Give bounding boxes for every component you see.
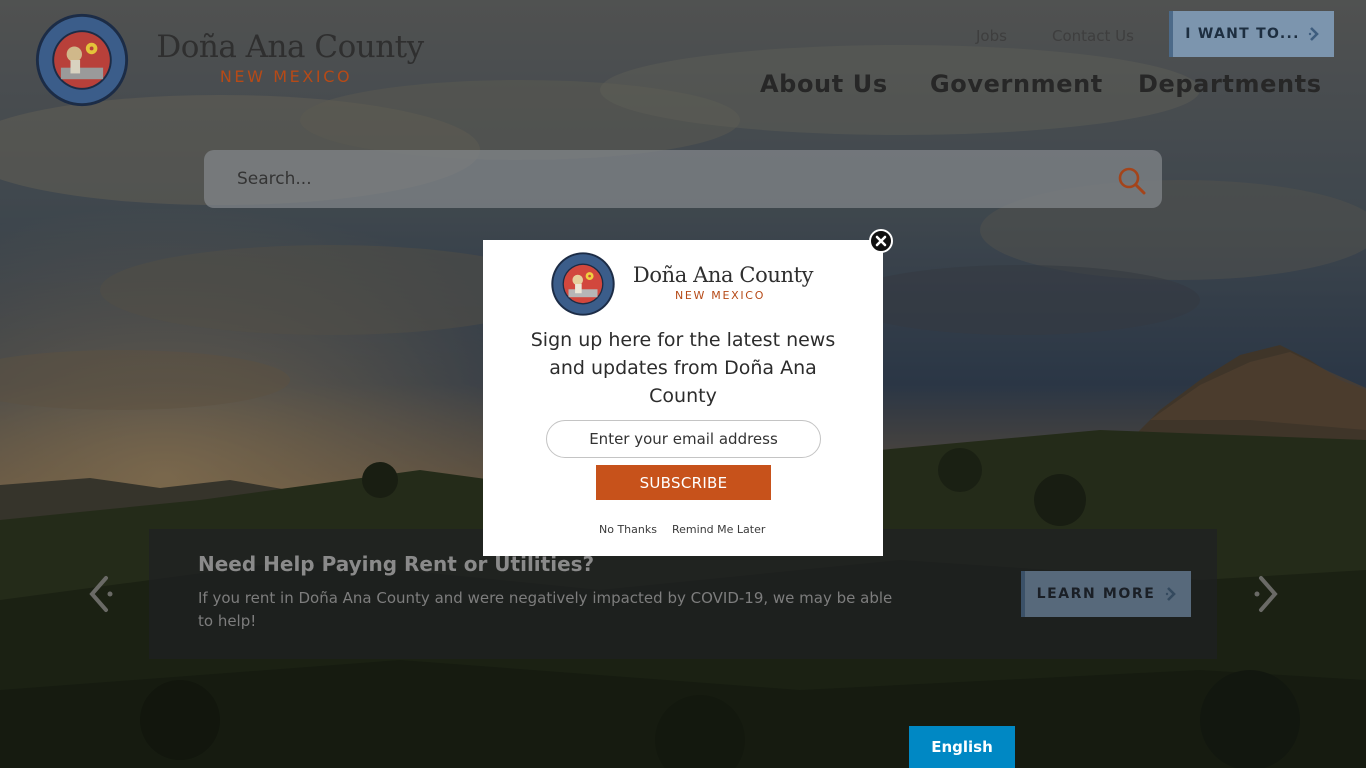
learn-more-label: LEARN MORE bbox=[1036, 586, 1156, 602]
modal-message: Sign up here for the latest news and upd… bbox=[530, 329, 836, 407]
newsletter-modal: Doña Ana County NEW MEXICO Sign up here … bbox=[483, 240, 883, 556]
arrow-left-icon[interactable] bbox=[80, 572, 120, 616]
search-input[interactable] bbox=[204, 150, 1104, 208]
subscribe-button[interactable]: SUBSCRIBE bbox=[596, 465, 771, 500]
site-brand[interactable]: Doña Ana County NEW MEXICO bbox=[150, 28, 430, 88]
banner-text: If you rent in Doña Ana County and were … bbox=[198, 589, 893, 630]
learn-more-button[interactable]: LEARN MORE bbox=[1021, 571, 1191, 617]
site-name: Doña Ana County bbox=[156, 29, 424, 65]
site-state: NEW MEXICO bbox=[219, 67, 353, 86]
nav-departments[interactable]: Departments bbox=[1138, 70, 1322, 98]
search-icon[interactable] bbox=[1117, 166, 1147, 196]
contact-us-link[interactable]: Contact Us bbox=[1052, 27, 1134, 45]
remind-me-later-link[interactable]: Remind Me Later bbox=[672, 523, 765, 536]
search-bar bbox=[204, 150, 1162, 208]
modal-brand: Doña Ana County NEW MEXICO bbox=[628, 261, 818, 303]
county-seal-icon[interactable] bbox=[33, 12, 131, 108]
i-want-to-button[interactable]: I WANT TO... bbox=[1169, 11, 1334, 57]
modal-brand-name: Doña Ana County bbox=[632, 263, 814, 287]
chevron-right-icon bbox=[1166, 587, 1177, 601]
modal-brand-state: NEW MEXICO bbox=[674, 289, 766, 302]
chevron-right-icon bbox=[1308, 27, 1319, 41]
nav-about-us[interactable]: About Us bbox=[760, 70, 888, 98]
jobs-link[interactable]: Jobs bbox=[976, 27, 1007, 45]
arrow-right-icon[interactable] bbox=[1247, 572, 1287, 616]
i-want-to-label: I WANT TO... bbox=[1185, 26, 1300, 42]
language-selector[interactable]: English bbox=[909, 726, 1015, 768]
email-field[interactable] bbox=[546, 420, 821, 458]
nav-government[interactable]: Government bbox=[930, 70, 1103, 98]
close-icon[interactable] bbox=[869, 229, 893, 253]
no-thanks-link[interactable]: No Thanks bbox=[599, 523, 657, 536]
county-seal-icon bbox=[551, 252, 615, 316]
